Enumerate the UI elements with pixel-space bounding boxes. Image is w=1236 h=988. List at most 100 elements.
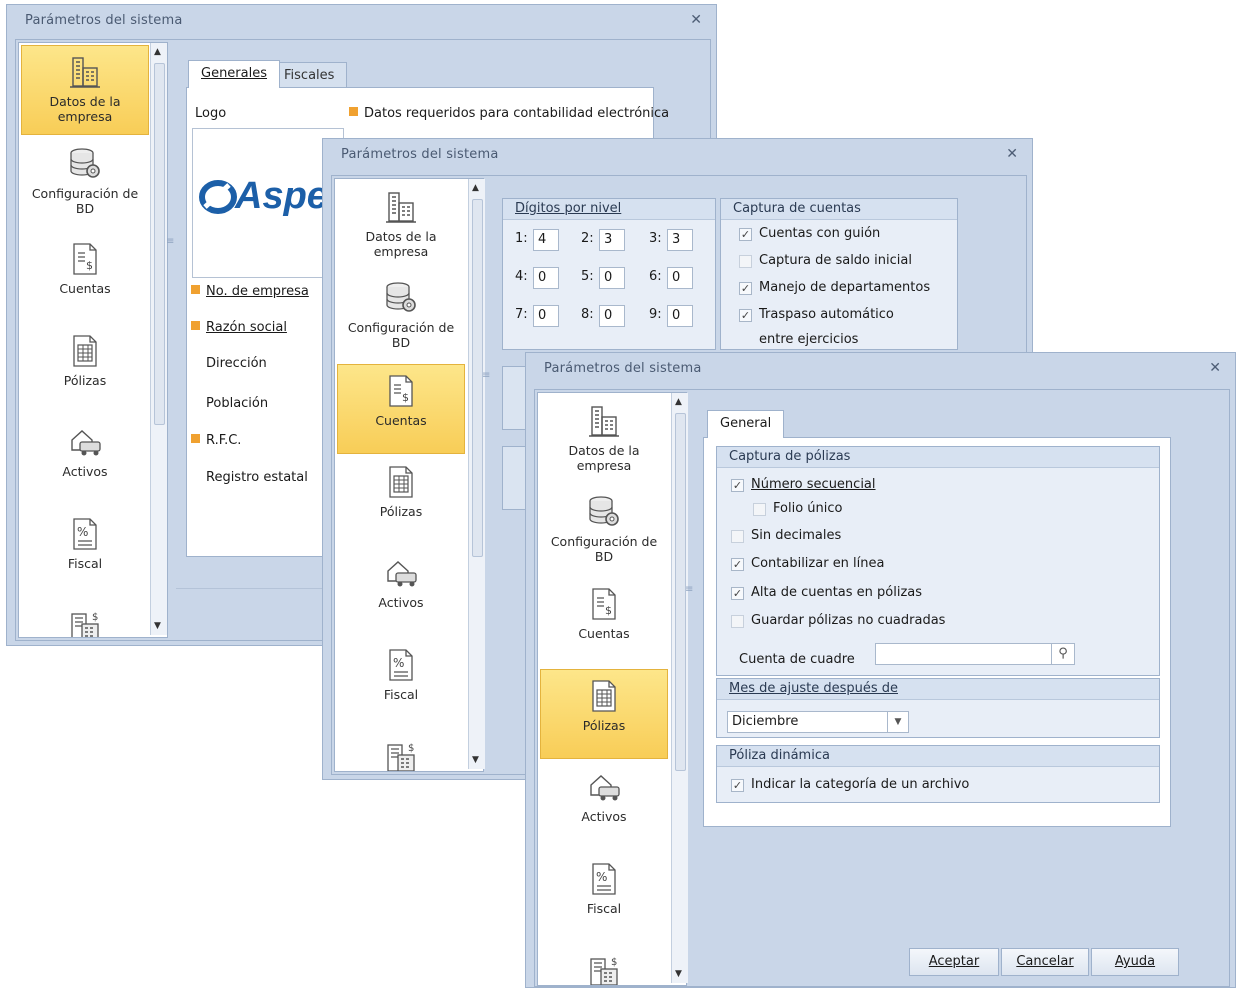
sidebar-item-fiscal[interactable]: Fiscal xyxy=(337,639,465,729)
sidebar-item-label: Fiscal xyxy=(586,901,622,916)
sin-decimales-checkbox[interactable] xyxy=(731,530,744,543)
level-1-input[interactable]: 4 xyxy=(533,229,559,251)
captura-saldo-inicial-checkbox[interactable] xyxy=(739,255,752,268)
sidebar-item-more[interactable] xyxy=(21,600,149,637)
contabilizar-en-linea-checkbox[interactable] xyxy=(731,558,744,571)
scroll-up-icon[interactable]: ▲ xyxy=(675,397,682,407)
window1-sidebar-scrollbar[interactable]: ▲ ▼ xyxy=(150,43,167,635)
tab-general[interactable]: General xyxy=(707,410,785,438)
sidebar-item-activos[interactable]: Activos xyxy=(21,416,149,506)
cancelar-button[interactable]: Cancelar xyxy=(1001,948,1089,976)
level-8-input[interactable]: 0 xyxy=(599,305,625,327)
close-icon[interactable]: ✕ xyxy=(690,12,702,28)
level-2-label: 2: xyxy=(581,231,594,246)
sidebar-item-label: Cuentas xyxy=(59,281,111,296)
traspaso-extra-label: entre ejercicios xyxy=(759,332,859,347)
tab-label: Fiscales xyxy=(284,68,335,83)
level-9-input[interactable]: 0 xyxy=(667,305,693,327)
sin-decimales-label: Sin decimales xyxy=(751,528,842,543)
close-icon[interactable]: ✕ xyxy=(1006,146,1018,162)
window2-titlebar[interactable]: Parámetros del sistema ✕ xyxy=(323,139,1032,169)
folio-unico-checkbox[interactable] xyxy=(753,503,766,516)
sidebar-item-configuracion-bd[interactable]: Configuración de BD xyxy=(337,272,465,362)
numero-secuencial-checkbox[interactable] xyxy=(731,479,744,492)
sidebar-item-cuentas[interactable]: Cuentas xyxy=(21,233,149,323)
required-marker-icon xyxy=(191,434,200,443)
sidebar-item-activos[interactable]: Activos xyxy=(540,761,668,851)
group-title: Captura de pólizas xyxy=(729,449,851,464)
manejo-departamentos-checkbox[interactable] xyxy=(739,282,752,295)
cuentas-con-guion-checkbox[interactable] xyxy=(739,228,752,241)
level-3-input[interactable]: 3 xyxy=(667,229,693,251)
sidebar-item-activos[interactable]: Activos xyxy=(337,547,465,637)
window3-sidebar-scrollbar[interactable]: ▲ ▼ xyxy=(671,393,688,983)
sidebar-item-datos-empresa[interactable]: Datos de la empresa xyxy=(337,181,465,271)
aceptar-button[interactable]: Aceptar xyxy=(909,948,999,976)
level-5-input[interactable]: 0 xyxy=(599,267,625,289)
splitter-handle[interactable]: ≡ xyxy=(482,370,490,381)
chevron-down-icon[interactable]: ▼ xyxy=(887,712,908,732)
field-label: R.F.C. xyxy=(206,433,242,448)
sidebar-item-datos-empresa[interactable]: Datos de la empresa xyxy=(540,395,668,485)
level-6-input[interactable]: 0 xyxy=(667,267,693,289)
window2-title: Parámetros del sistema xyxy=(341,147,499,162)
calculator-icon xyxy=(71,611,100,637)
folio-unico-label: Folio único xyxy=(773,501,843,516)
level-7-input[interactable]: 0 xyxy=(533,305,559,327)
sidebar-item-configuracion-bd[interactable]: Configuración de BD xyxy=(540,486,668,576)
tab-label: General xyxy=(720,416,772,431)
policies-doc-icon xyxy=(73,335,97,367)
contabilizar-en-linea-label: Contabilizar en línea xyxy=(751,556,885,571)
assets-car-icon xyxy=(387,561,417,588)
tab-generales[interactable]: Generales xyxy=(188,60,281,88)
cuenta-de-cuadre-input[interactable] xyxy=(875,643,1053,665)
window2-sidebar-scrollbar[interactable]: ▲ ▼ xyxy=(468,179,485,769)
sidebar-item-label: Configuración de BD xyxy=(550,534,658,564)
sidebar-item-more[interactable] xyxy=(540,945,668,985)
window1-titlebar[interactable]: Parámetros del sistema ✕ xyxy=(7,5,716,35)
manejo-departamentos-label: Manejo de departamentos xyxy=(759,280,931,295)
scroll-down-icon[interactable]: ▼ xyxy=(472,755,479,765)
sidebar-item-cuentas[interactable]: Cuentas xyxy=(337,364,465,454)
alta-cuentas-polizas-checkbox[interactable] xyxy=(731,587,744,600)
sidebar-item-label: Fiscal xyxy=(383,687,419,702)
mes-de-ajuste-group: Mes de ajuste después de Diciembre ▼ xyxy=(716,678,1160,738)
group-title: Captura de cuentas xyxy=(733,201,861,216)
sidebar-item-more[interactable] xyxy=(337,731,465,771)
traspaso-automatico-checkbox[interactable] xyxy=(739,309,752,322)
guardar-no-cuadradas-checkbox[interactable] xyxy=(731,615,744,628)
level-4-input[interactable]: 0 xyxy=(533,267,559,289)
sidebar-item-fiscal[interactable]: Fiscal xyxy=(540,853,668,943)
scroll-up-icon[interactable]: ▲ xyxy=(472,183,479,193)
scroll-thumb[interactable] xyxy=(154,63,165,425)
mes-de-ajuste-select[interactable]: Diciembre ▼ xyxy=(727,711,909,733)
window1-sidebar: Datos de la empresa Configuración de BD … xyxy=(18,42,168,638)
splitter-handle[interactable]: ≡ xyxy=(166,236,174,247)
sidebar-item-polizas[interactable]: Pólizas xyxy=(21,325,149,415)
required-marker-icon xyxy=(191,285,200,294)
field-label: No. de empresa xyxy=(206,284,309,299)
close-icon[interactable]: ✕ xyxy=(1209,360,1221,376)
level-2-input[interactable]: 3 xyxy=(599,229,625,251)
tab-fiscales[interactable]: Fiscales xyxy=(271,62,348,88)
sidebar-item-cuentas[interactable]: Cuentas xyxy=(540,578,668,668)
cuenta-search-button[interactable]: ⚲ xyxy=(1051,643,1075,665)
scroll-up-icon[interactable]: ▲ xyxy=(154,47,161,57)
indicar-categoria-checkbox[interactable] xyxy=(731,779,744,792)
building-icon xyxy=(69,57,101,88)
ayuda-button[interactable]: Ayuda xyxy=(1091,948,1179,976)
sidebar-item-configuracion-bd[interactable]: Configuración de BD xyxy=(21,138,149,228)
sidebar-item-fiscal[interactable]: Fiscal xyxy=(21,508,149,598)
field-no-empresa: No. de empresa xyxy=(191,284,309,299)
accounts-doc-icon xyxy=(592,588,616,620)
sidebar-item-datos-empresa[interactable]: Datos de la empresa xyxy=(21,45,149,135)
splitter-handle[interactable]: ≡ xyxy=(685,584,693,595)
building-icon xyxy=(588,406,620,437)
sidebar-item-polizas[interactable]: Pólizas xyxy=(337,456,465,546)
sidebar-item-polizas[interactable]: Pólizas xyxy=(540,669,668,759)
group-title: Póliza dinámica xyxy=(729,748,830,763)
scroll-down-icon[interactable]: ▼ xyxy=(154,621,161,631)
group-header: Póliza dinámica xyxy=(717,746,1159,767)
window3-titlebar[interactable]: Parámetros del sistema ✕ xyxy=(526,353,1235,383)
scroll-down-icon[interactable]: ▼ xyxy=(675,969,682,979)
